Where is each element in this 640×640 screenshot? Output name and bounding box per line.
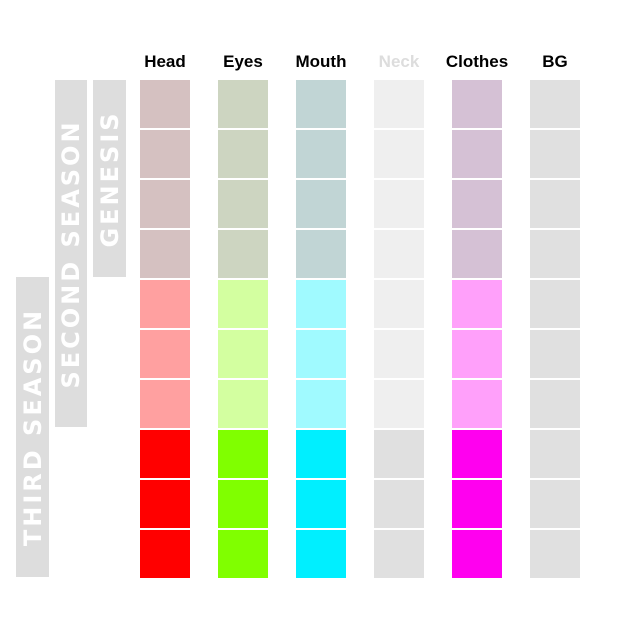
swatch-cell [218, 230, 268, 278]
swatch-cell [374, 380, 424, 428]
swatch-cell [296, 480, 346, 528]
swatch-cell [374, 180, 424, 228]
swatch-cell [296, 380, 346, 428]
swatch-cell [374, 530, 424, 578]
season-bracket-third: THIRD SEASON [16, 277, 49, 577]
season-bracket-second: SECOND SEASON [55, 80, 87, 427]
swatch-cell [218, 480, 268, 528]
column-header-neck: Neck [378, 52, 420, 71]
swatch-cell [452, 480, 502, 528]
column-header-clothes: Clothes [445, 52, 509, 71]
swatch-cell [140, 330, 190, 378]
season-bracket-genesis: GENESIS [93, 80, 126, 277]
swatch-cell [530, 130, 580, 178]
swatch-cell [452, 280, 502, 328]
swatch-cell [140, 80, 190, 128]
swatch-cell [140, 280, 190, 328]
season-label-second: SECOND SEASON [57, 118, 85, 389]
swatch-cell [374, 80, 424, 128]
swatch-cell [452, 230, 502, 278]
season-label-genesis: GENESIS [95, 109, 124, 248]
swatch-cell [530, 330, 580, 378]
swatch-cell [374, 480, 424, 528]
swatch-cell [218, 180, 268, 228]
swatch-cell [452, 80, 502, 128]
swatch-cell [452, 130, 502, 178]
swatch-cell [296, 330, 346, 378]
swatch-cell [530, 530, 580, 578]
swatch-cell [296, 130, 346, 178]
swatch-cell [218, 330, 268, 378]
swatch-cell [218, 430, 268, 478]
swatch-cell [140, 430, 190, 478]
swatch-cell [296, 230, 346, 278]
swatch-cell [218, 380, 268, 428]
season-label-third: THIRD SEASON [18, 307, 47, 547]
swatch-cell [530, 430, 580, 478]
column-header-eyes: Eyes [223, 52, 263, 71]
swatch-cell [374, 130, 424, 178]
swatch-cell [218, 530, 268, 578]
swatch-cell [452, 430, 502, 478]
swatch-cell [530, 180, 580, 228]
swatch-cell [374, 430, 424, 478]
swatch-cell [218, 80, 268, 128]
swatch-cell [218, 280, 268, 328]
swatch-cell [452, 330, 502, 378]
column-header-bg: BG [542, 52, 568, 71]
swatch-cell [374, 330, 424, 378]
column-header-head: Head [144, 52, 186, 71]
swatch-cell [530, 480, 580, 528]
swatch-cell [296, 80, 346, 128]
swatch-cell [452, 530, 502, 578]
column-header-mouth: Mouth [295, 52, 347, 71]
swatch-cell [374, 280, 424, 328]
swatch-cell [530, 230, 580, 278]
swatch-cell [296, 180, 346, 228]
swatch-cell [530, 380, 580, 428]
swatch-cell [140, 380, 190, 428]
swatch-cell [140, 130, 190, 178]
swatch-cell [140, 230, 190, 278]
swatch-cell [140, 480, 190, 528]
swatch-cell [218, 130, 268, 178]
swatch-cell [296, 430, 346, 478]
swatch-cell [296, 280, 346, 328]
swatch-cell [140, 180, 190, 228]
swatch-cell [140, 530, 190, 578]
swatch-cell [530, 80, 580, 128]
swatch-cell [452, 380, 502, 428]
swatch-cell [296, 530, 346, 578]
swatch-cell [374, 230, 424, 278]
swatch-cell [452, 180, 502, 228]
swatch-cell [530, 280, 580, 328]
